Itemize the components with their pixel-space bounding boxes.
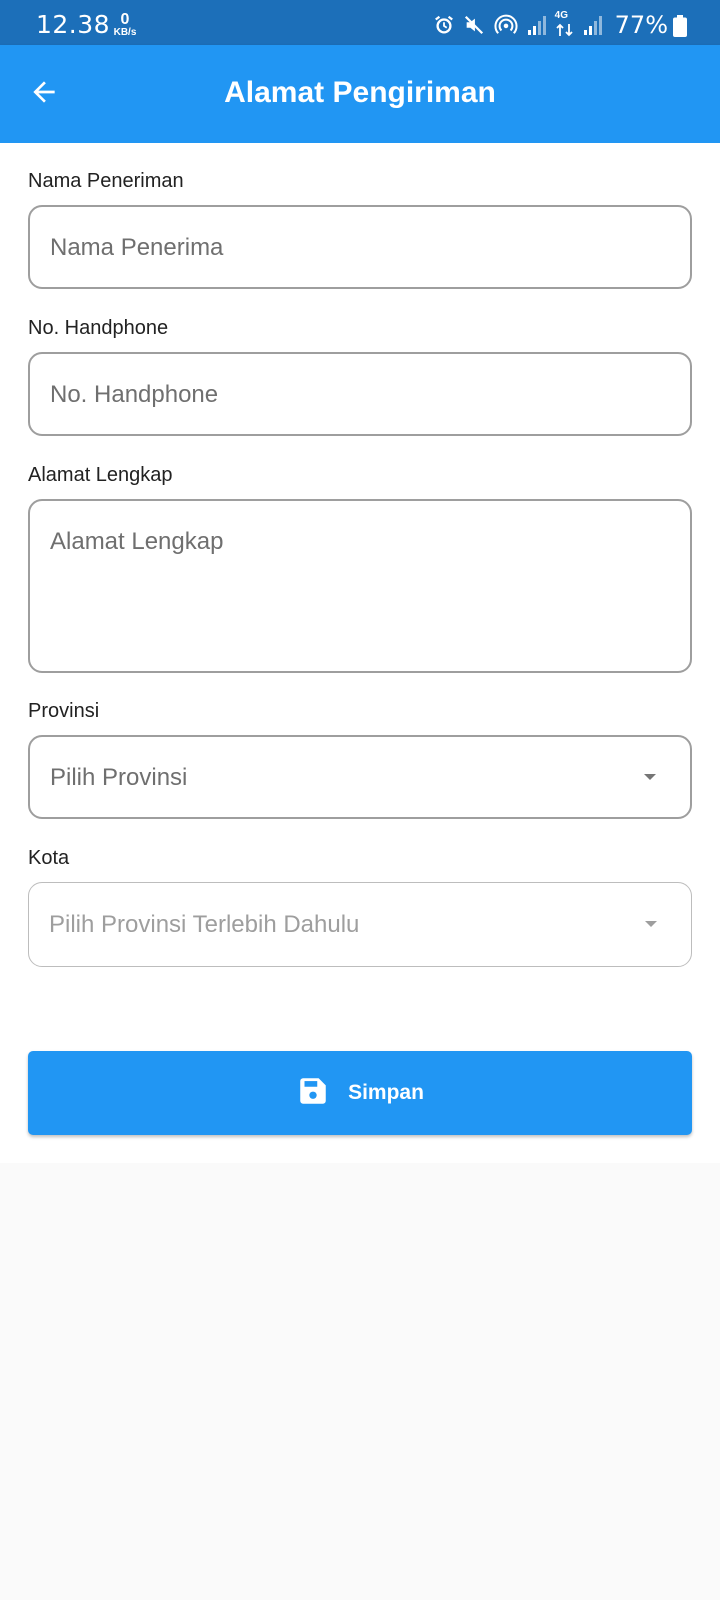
address-placeholder: Alamat Lengkap: [50, 528, 224, 555]
battery-icon: [673, 15, 687, 37]
recipient-name-field[interactable]: Nama Penerima: [28, 205, 692, 289]
signal-icon: [583, 14, 603, 36]
city-label: Kota: [28, 847, 70, 869]
network-type-label: 4G: [554, 10, 568, 21]
recipient-name-label: Nama Peneriman: [28, 170, 184, 192]
page-title: Alamat Pengiriman: [224, 76, 496, 109]
save-button[interactable]: Simpan: [28, 1051, 692, 1135]
dropdown-arrow-icon: [644, 774, 656, 780]
address-textarea[interactable]: Alamat Lengkap: [28, 499, 692, 673]
save-icon: [296, 1074, 330, 1113]
network-speed: 0 KB/s: [110, 12, 140, 38]
phone-field[interactable]: No. Handphone: [28, 352, 692, 436]
mute-icon: [463, 14, 485, 36]
data-arrows-icon: 4G: [554, 10, 575, 37]
phone-placeholder: No. Handphone: [50, 381, 219, 408]
status-time: 12.38: [36, 10, 111, 39]
app-bar: Alamat Pengiriman: [0, 45, 720, 143]
dropdown-arrow-icon: [645, 921, 657, 927]
status-bar: 12.38 0 KB/s 4G 77%: [0, 0, 720, 45]
phone-label: No. Handphone: [28, 317, 169, 339]
city-selected: Pilih Provinsi Terlebih Dahulu: [49, 911, 360, 938]
signal-icon: [527, 14, 547, 36]
battery-percent: 77%: [614, 11, 668, 39]
recipient-name-placeholder: Nama Penerima: [50, 234, 224, 261]
province-label: Provinsi: [28, 700, 100, 722]
address-label: Alamat Lengkap: [28, 464, 173, 486]
save-button-label: Simpan: [348, 1081, 424, 1104]
status-icons: 4G 77%: [433, 10, 668, 39]
address-form: Nama Peneriman Nama Penerima No. Handpho…: [0, 143, 720, 1163]
network-speed-value: 0: [120, 11, 130, 28]
city-dropdown[interactable]: Pilih Provinsi Terlebih Dahulu: [28, 882, 692, 967]
network-speed-unit: KB/s: [113, 27, 137, 38]
province-dropdown[interactable]: Pilih Provinsi: [28, 735, 692, 819]
province-selected: Pilih Provinsi: [50, 764, 188, 791]
alarm-icon: [433, 14, 455, 36]
hotspot-icon: [493, 14, 519, 36]
